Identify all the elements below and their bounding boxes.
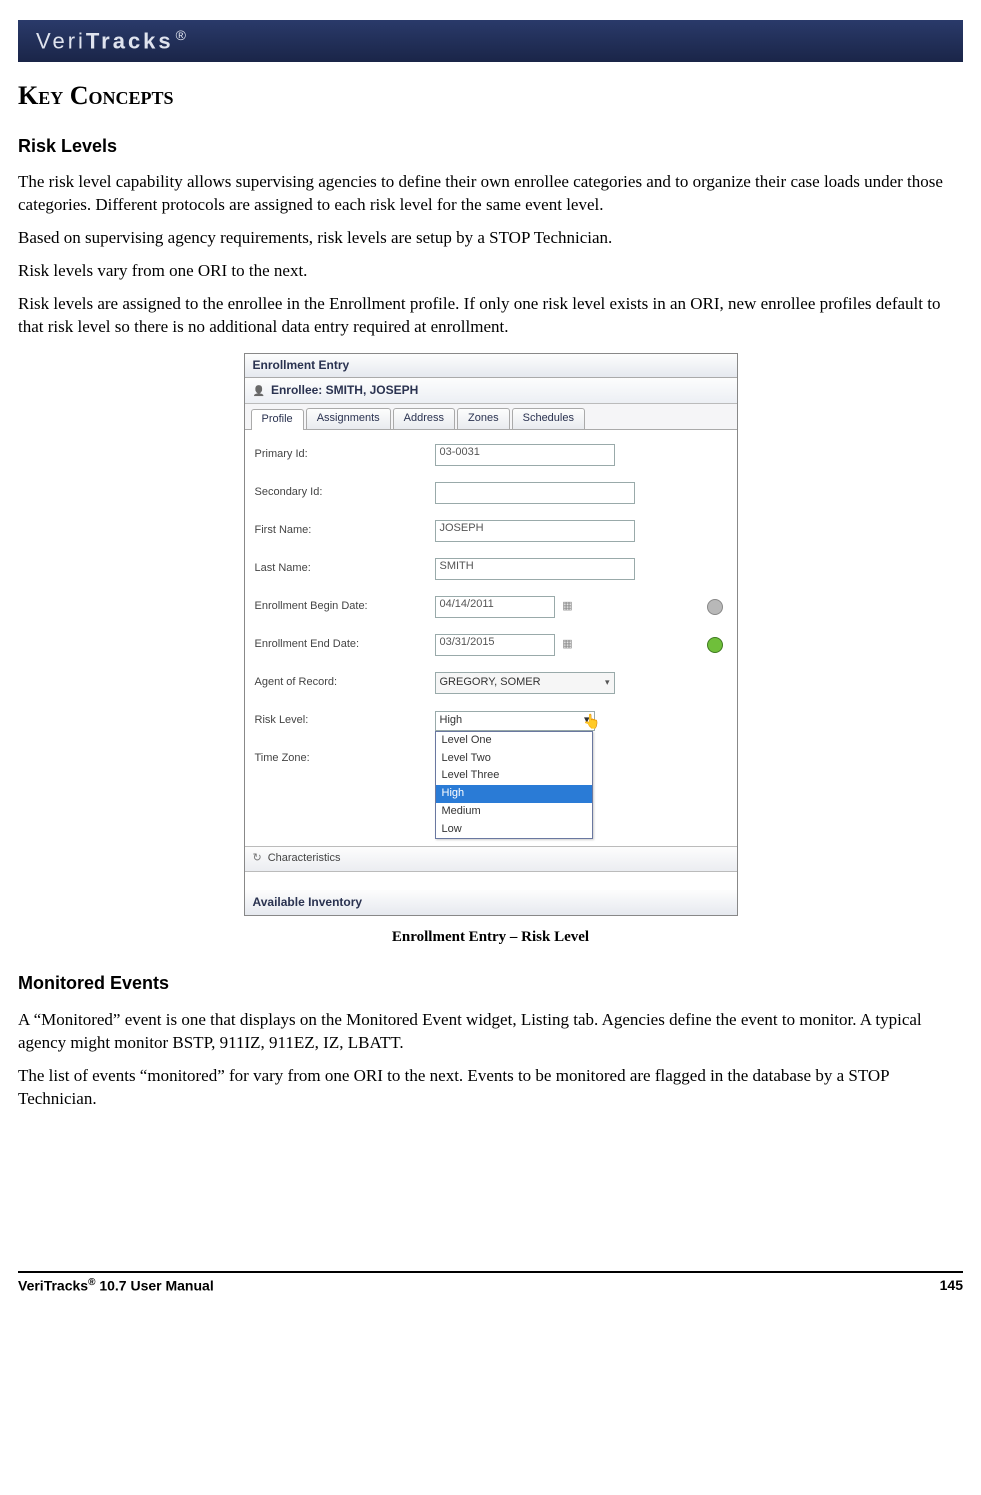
risk-option[interactable]: Low (436, 821, 592, 839)
risk-combo-wrap: High ▾ 👆 Level One Level Two Level Three… (435, 711, 595, 731)
tab-zones[interactable]: Zones (457, 408, 510, 429)
footer-product: VeriTracks (18, 1277, 88, 1293)
enrollee-name: Enrollee: SMITH, JOSEPH (271, 383, 418, 398)
refresh-icon (253, 852, 262, 866)
risk-option-selected[interactable]: High (436, 785, 592, 803)
enrollment-figure: Enrollment Entry Enrollee: SMITH, JOSEPH… (244, 353, 738, 916)
tab-assignments[interactable]: Assignments (306, 408, 391, 429)
risk-levels-heading: Risk Levels (18, 135, 963, 158)
person-icon (253, 383, 265, 399)
label-begin-date: Enrollment Begin Date: (255, 600, 435, 614)
risk-option[interactable]: Level Two (436, 750, 592, 768)
label-last-name: Last Name: (255, 562, 435, 576)
figure-titlebar: Enrollment Entry (245, 354, 737, 378)
label-risk: Risk Level: (255, 714, 435, 728)
label-timezone: Time Zone: (255, 752, 435, 766)
risk-p1: The risk level capability allows supervi… (18, 171, 963, 217)
footer-manual: 10.7 User Manual (95, 1277, 213, 1293)
footer-left: VeriTracks® 10.7 User Manual (18, 1277, 214, 1295)
monitored-events-heading: Monitored Events (18, 972, 963, 995)
mon-p1: A “Monitored” event is one that displays… (18, 1009, 963, 1055)
characteristics-label: Characteristics (268, 852, 341, 866)
mon-p2: The list of events “monitored” for vary … (18, 1065, 963, 1111)
status-dot-green-icon (707, 637, 723, 653)
risk-p2: Based on supervising agency requirements… (18, 227, 963, 250)
input-begin-date[interactable]: 04/14/2011 (435, 596, 555, 618)
brand-reg: ® (176, 27, 189, 43)
page-title: Key Concepts (18, 80, 963, 113)
label-secondary-id: Secondary Id: (255, 486, 435, 500)
brand-part-a: Veri (36, 28, 86, 53)
brand-banner: VeriTracks® (18, 20, 963, 62)
tab-profile[interactable]: Profile (251, 409, 304, 430)
risk-dropdown: Level One Level Two Level Three High Med… (435, 731, 593, 840)
figure-caption: Enrollment Entry – Risk Level (18, 928, 963, 947)
tab-address[interactable]: Address (393, 408, 455, 429)
input-primary-id[interactable]: 03-0031 (435, 444, 615, 466)
input-last-name[interactable]: SMITH (435, 558, 635, 580)
brand-part-b: Tracks (86, 28, 174, 53)
calendar-icon[interactable]: ▦ (561, 638, 575, 652)
risk-p3: Risk levels vary from one ORI to the nex… (18, 260, 963, 283)
cursor-hand-icon: 👆 (583, 713, 600, 731)
figure-enrollee-bar: Enrollee: SMITH, JOSEPH (245, 378, 737, 405)
brand-text: VeriTracks® (36, 27, 189, 55)
label-agent: Agent of Record: (255, 676, 435, 690)
select-risk-level[interactable]: High ▾ (435, 711, 595, 731)
figure-tabs: Profile Assignments Address Zones Schedu… (245, 404, 737, 430)
characteristics-bar[interactable]: Characteristics (245, 846, 737, 872)
chevron-down-icon: ▾ (605, 677, 610, 688)
tab-schedules[interactable]: Schedules (512, 408, 585, 429)
risk-option[interactable]: Level One (436, 732, 592, 750)
select-agent-value: GREGORY, SOMER (440, 676, 541, 690)
label-end-date: Enrollment End Date: (255, 638, 435, 652)
page-footer: VeriTracks® 10.7 User Manual 145 (18, 1271, 963, 1295)
figure-body: Primary Id: 03-0031 Secondary Id: First … (245, 430, 737, 915)
label-primary-id: Primary Id: (255, 448, 435, 462)
footer-page-number: 145 (940, 1277, 963, 1295)
risk-option[interactable]: Medium (436, 803, 592, 821)
select-risk-value: High (440, 714, 463, 728)
risk-option[interactable]: Level Three (436, 767, 592, 785)
input-secondary-id[interactable] (435, 482, 635, 504)
label-first-name: First Name: (255, 524, 435, 538)
status-dot-gray-icon (707, 599, 723, 615)
calendar-icon[interactable]: ▦ (561, 600, 575, 614)
select-agent[interactable]: GREGORY, SOMER ▾ (435, 672, 615, 694)
input-first-name[interactable]: JOSEPH (435, 520, 635, 542)
available-inventory-bar[interactable]: Available Inventory (245, 890, 737, 915)
risk-p4: Risk levels are assigned to the enrollee… (18, 293, 963, 339)
input-end-date[interactable]: 03/31/2015 (435, 634, 555, 656)
